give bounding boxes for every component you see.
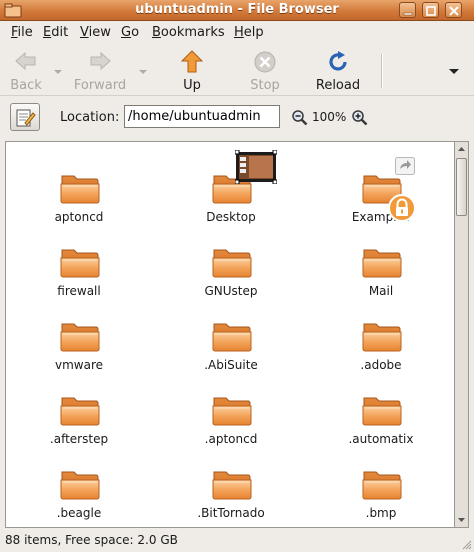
folder-item[interactable]: Mail xyxy=(316,246,446,316)
folder-item[interactable]: .bmp xyxy=(316,468,446,527)
reload-icon xyxy=(329,51,347,71)
folder-icon xyxy=(362,320,402,352)
forward-arrow-icon xyxy=(90,51,111,71)
stop-icon xyxy=(254,51,276,73)
minimize-icon xyxy=(403,12,413,16)
scroll-up-arrow-icon[interactable] xyxy=(455,142,468,156)
back-label: Back xyxy=(10,78,42,93)
folder-name: .AbiSuite xyxy=(204,358,258,372)
folder-name: .beagle xyxy=(56,506,102,520)
folder-item[interactable]: .adobe xyxy=(316,320,446,390)
vertical-scrollbar[interactable] xyxy=(455,141,469,528)
back-arrow-icon xyxy=(15,51,36,71)
toolbar-separator xyxy=(381,54,383,88)
folder-name: aptoncd xyxy=(54,210,104,224)
folder-item[interactable]: .AbiSuite xyxy=(166,320,296,390)
folder-item[interactable]: GNUstep xyxy=(166,246,296,316)
menu-view[interactable]: View xyxy=(80,25,111,40)
folder-item[interactable]: .automatix xyxy=(316,394,446,464)
folder-icon xyxy=(60,394,100,426)
folder-name: .automatix xyxy=(348,432,414,446)
folder-name: .BitTornado xyxy=(197,506,265,520)
menu-edit[interactable]: Edit xyxy=(43,25,68,40)
location-label: Location: xyxy=(60,110,120,125)
folder-name: .afterstep xyxy=(49,432,109,446)
up-arrow-icon xyxy=(181,50,203,73)
reload-label: Reload xyxy=(315,78,361,93)
zoom-out-icon[interactable] xyxy=(291,109,308,126)
stop-button[interactable]: Stop xyxy=(235,48,295,94)
up-label: Up xyxy=(183,78,201,93)
menu-go[interactable]: Go xyxy=(121,25,139,40)
desktop-thumbnail-icon xyxy=(235,150,277,184)
readonly-lock-emblem-icon xyxy=(388,194,416,222)
folder-icon xyxy=(60,172,100,204)
menu-file[interactable]: File xyxy=(11,25,33,40)
forward-history-chevron-down-icon[interactable] xyxy=(139,68,147,76)
folder-item[interactable]: .aptoncd xyxy=(166,394,296,464)
back-history-chevron-down-icon[interactable] xyxy=(54,68,62,76)
edit-notepad-icon xyxy=(16,109,36,127)
minimize-button[interactable] xyxy=(399,2,416,18)
scroll-down-arrow-icon[interactable] xyxy=(455,513,468,527)
folder-item[interactable]: vmware xyxy=(14,320,144,390)
folder-icon xyxy=(60,246,100,278)
folder-item[interactable]: .beagle xyxy=(14,468,144,527)
scrollbar-thumb[interactable] xyxy=(456,158,467,216)
folder-icon xyxy=(212,246,252,278)
folder-name: vmware xyxy=(54,358,103,372)
toolbar: Back Forward Up Stop Reload xyxy=(0,44,474,96)
folder-name: .aptoncd xyxy=(204,432,258,446)
status-text: 88 items, Free space: 2.0 GB xyxy=(5,533,178,547)
folder-name: Examples xyxy=(351,210,411,224)
folder-icon xyxy=(212,320,252,352)
folder-icon xyxy=(212,394,252,426)
reload-button[interactable]: Reload xyxy=(308,48,368,94)
maximize-button[interactable] xyxy=(422,2,439,18)
folder-name: Desktop xyxy=(206,210,256,224)
toggle-location-button[interactable] xyxy=(10,103,40,131)
folder-name: .bmp xyxy=(365,506,397,520)
resize-grip-icon[interactable] xyxy=(460,538,472,550)
folder-name: Mail xyxy=(368,284,394,298)
location-input[interactable] xyxy=(124,105,280,128)
up-button[interactable]: Up xyxy=(162,48,222,94)
folder-name: GNUstep xyxy=(204,284,258,298)
folder-name: firewall xyxy=(57,284,101,298)
zoom-in-icon[interactable] xyxy=(351,109,368,126)
close-button[interactable] xyxy=(445,2,462,18)
folder-item[interactable]: .afterstep xyxy=(14,394,144,464)
forward-button[interactable]: Forward xyxy=(70,48,130,94)
folder-icon xyxy=(362,246,402,278)
maximize-icon xyxy=(426,6,436,16)
folder-item[interactable]: Examples xyxy=(316,172,446,242)
symlink-emblem-icon xyxy=(395,157,415,175)
folder-icon xyxy=(212,468,252,500)
zoom-level[interactable]: 100% xyxy=(312,110,346,124)
title-bar[interactable]: ubuntuadmin - File Browser xyxy=(0,0,474,21)
stop-label: Stop xyxy=(250,78,280,93)
folder-icon xyxy=(362,394,402,426)
folder-icon xyxy=(60,468,100,500)
location-bar: Location: 100% xyxy=(0,97,474,139)
toolbar-overflow-chevron-down-icon[interactable] xyxy=(449,68,459,76)
close-icon xyxy=(449,6,459,16)
folder-name: .adobe xyxy=(360,358,402,372)
folder-item[interactable]: firewall xyxy=(14,246,144,316)
status-bar: 88 items, Free space: 2.0 GB xyxy=(0,529,474,552)
folder-icon xyxy=(362,468,402,500)
menu-bar: File Edit View Go Bookmarks Help xyxy=(0,22,474,43)
icon-view[interactable]: aptoncd Desktop Examples firewall GNUste… xyxy=(5,141,455,528)
folder-icon xyxy=(60,320,100,352)
back-button[interactable]: Back xyxy=(0,48,56,94)
menu-bookmarks[interactable]: Bookmarks xyxy=(152,25,225,40)
menu-help[interactable]: Help xyxy=(234,25,264,40)
folder-item[interactable]: aptoncd xyxy=(14,172,144,242)
forward-label: Forward xyxy=(73,78,127,93)
folder-item[interactable]: .BitTornado xyxy=(166,468,296,527)
